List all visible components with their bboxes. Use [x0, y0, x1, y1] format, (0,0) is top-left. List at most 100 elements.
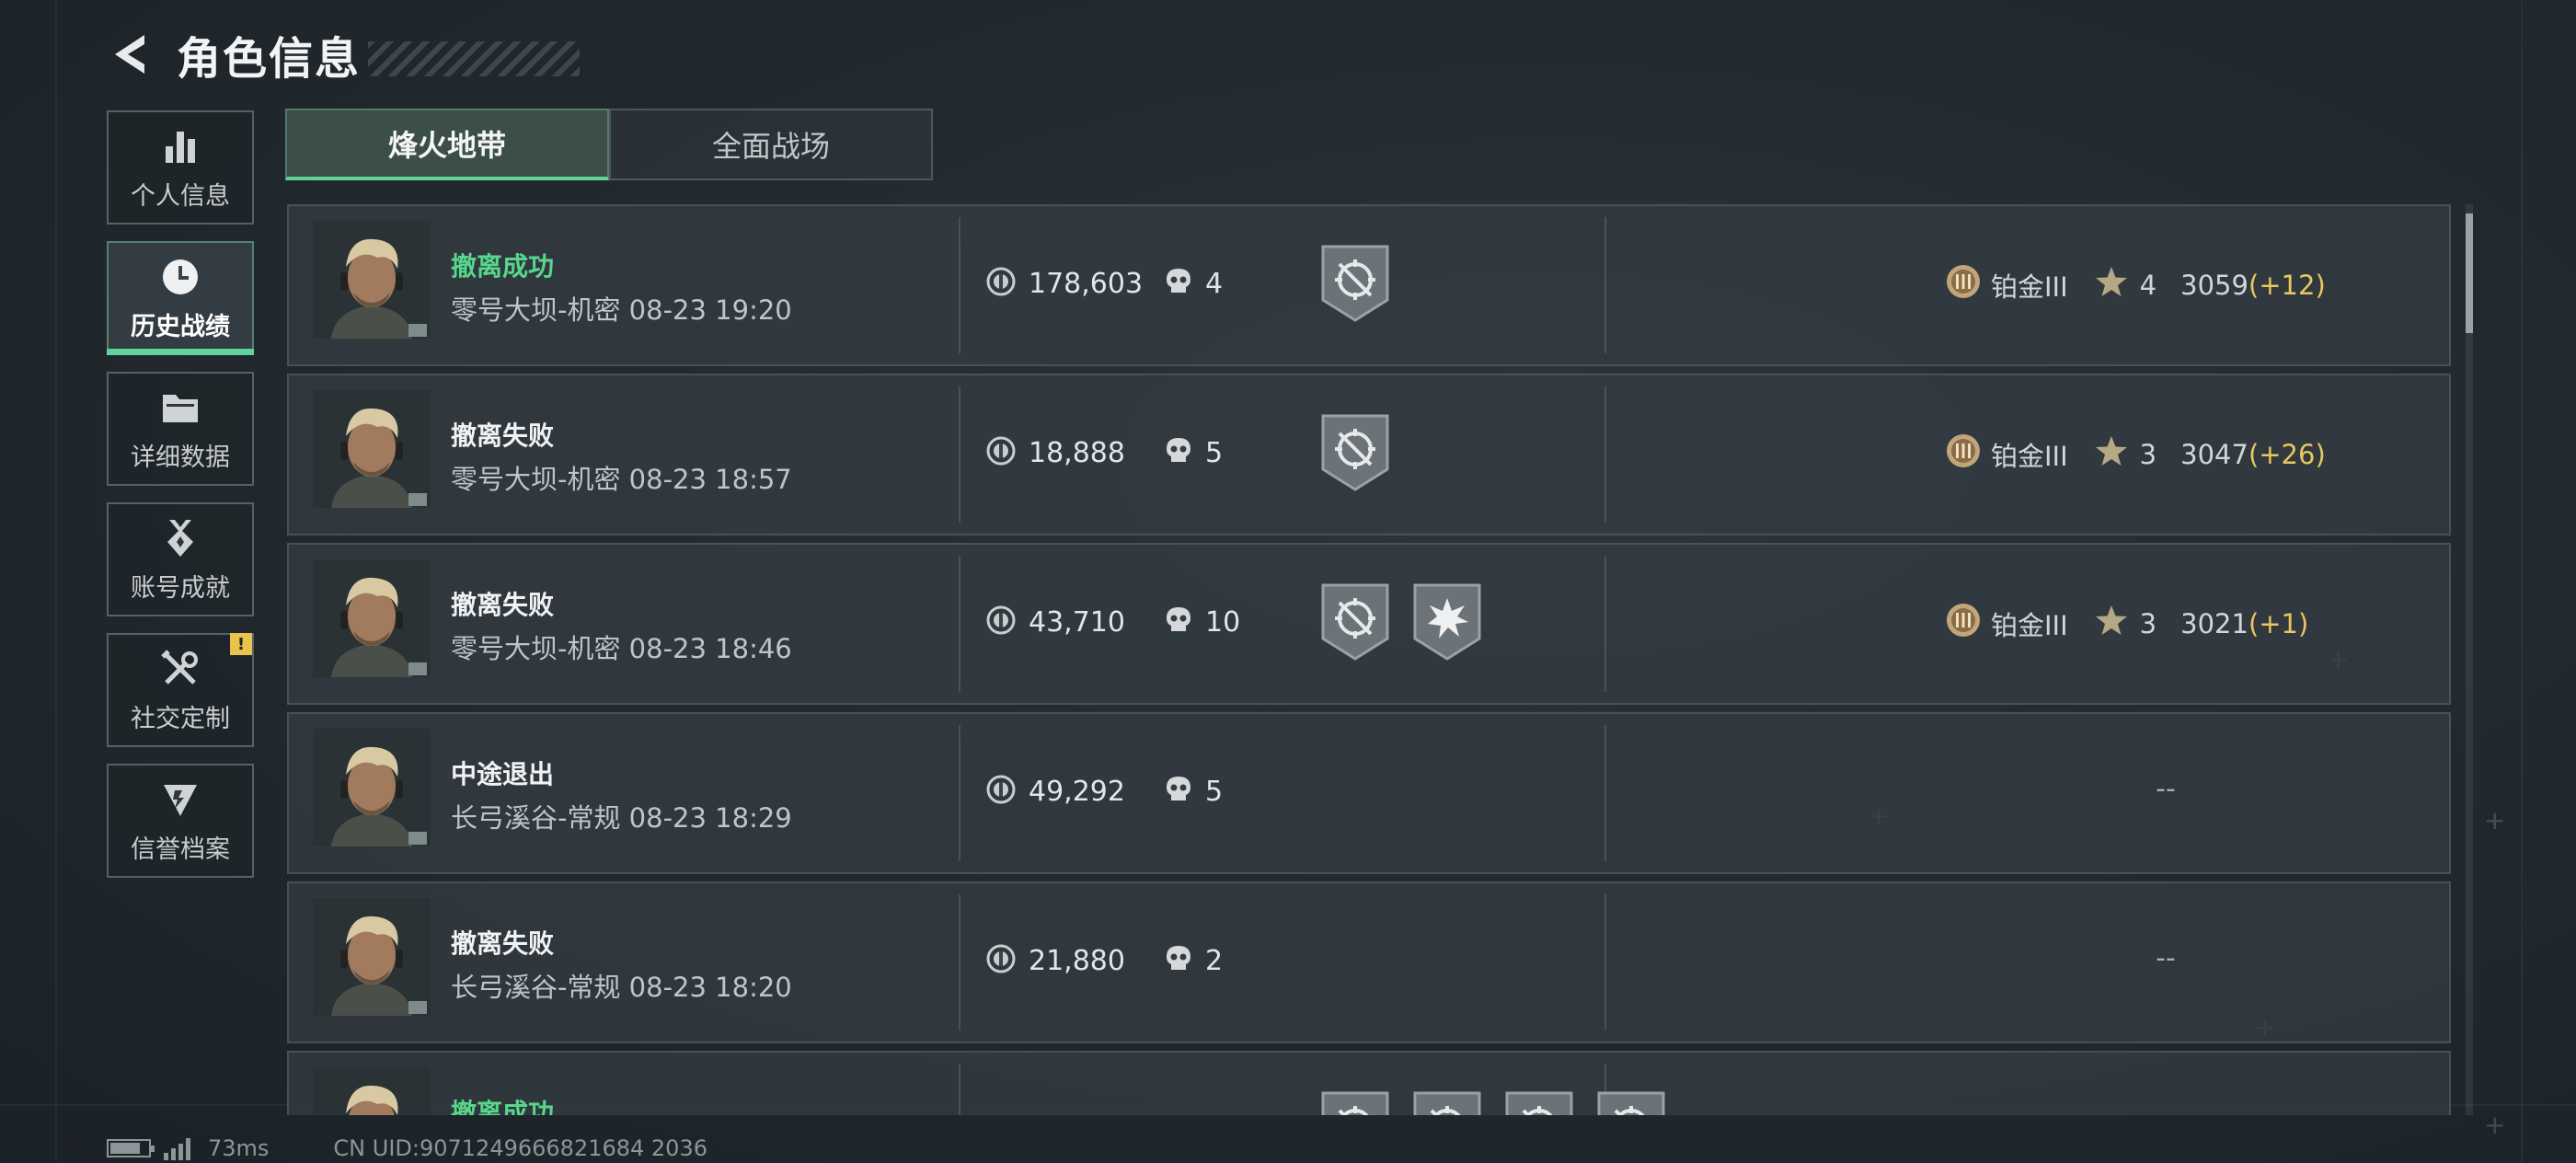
target-medal-icon[interactable] [1595, 1089, 1667, 1115]
sidebar-item-label: 个人信息 [131, 181, 230, 211]
match-status: 撤离成功 [451, 1098, 555, 1115]
target-medal-icon[interactable] [1319, 412, 1391, 493]
rank-name: 铂金III [1991, 271, 2068, 303]
kill-count: 5 [1165, 436, 1223, 469]
column-divider [959, 556, 960, 692]
match-row[interactable]: 中途退出 长弓溪谷-常规 08-23 18:29 49,292 5 -- [287, 712, 2451, 874]
match-status: 撤离成功 [451, 251, 555, 282]
coin-icon [986, 944, 1016, 977]
kill-count: 2 [1165, 944, 1223, 977]
column-divider [959, 386, 960, 523]
bar-chart-icon [158, 124, 202, 168]
column-divider [1604, 725, 1606, 861]
tab-hazard-zone[interactable]: 烽火地带 [285, 109, 609, 180]
back-arrow-icon[interactable] [101, 27, 156, 82]
sidebar-item-label: 信誉档案 [131, 835, 230, 864]
skull-icon [1165, 944, 1192, 977]
coin-icon [986, 267, 1016, 300]
sidebar: 个人信息 历史战绩 详细数据 账号成就 ! 社交定制 信誉档案 [107, 110, 254, 894]
scroll-thumb[interactable] [2466, 213, 2473, 333]
coin-value: 43,710 [986, 605, 1125, 639]
coin-amount: 43,710 [1029, 605, 1125, 639]
kill-number: 2 [1205, 944, 1224, 977]
match-row[interactable]: 撤离成功 零号大坝-机密 08-23 19:20 178,603 4 铂金III 4 305… [287, 204, 2451, 366]
map-and-time: 零号大坝-机密 08-23 18:57 [451, 464, 792, 495]
star-count: 4 [2139, 269, 2157, 301]
match-row[interactable]: 撤离失败 长弓溪谷-常规 08-23 18:20 21,880 2 -- [287, 881, 2451, 1043]
achievement-icon [158, 516, 202, 560]
coin-amount: 18,888 [1029, 436, 1125, 469]
sidebar-item-achievements[interactable]: 账号成就 [107, 502, 254, 616]
star-count: 3 [2139, 438, 2157, 470]
notification-badge: ! [230, 633, 252, 655]
rank-info: 铂金III 3 3047 (+26) [1945, 432, 2326, 476]
match-history-list: 撤离成功 零号大坝-机密 08-23 19:20 178,603 4 铂金III 4 305… [287, 204, 2451, 1115]
star-count: 3 [2139, 607, 2157, 639]
coin-value: 49,292 [986, 775, 1125, 808]
battery-icon [107, 1139, 155, 1157]
rank-badge-icon [1945, 263, 1982, 306]
star-icon [2094, 604, 2129, 643]
map-and-time: 零号大坝-机密 08-23 18:46 [451, 633, 792, 664]
medal-list [1319, 582, 1503, 662]
list-scrollbar[interactable] [2466, 204, 2473, 1115]
column-divider [1604, 386, 1606, 523]
coin-icon [986, 436, 1016, 469]
explosion-medal-icon[interactable] [1411, 582, 1483, 662]
column-divider [1604, 217, 1606, 353]
column-divider [1604, 556, 1606, 692]
coin-amount: 49,292 [1029, 775, 1125, 808]
tools-icon [158, 647, 202, 691]
coin-value: 18,888 [986, 436, 1125, 469]
rank-score: 3047 [2180, 438, 2248, 470]
uid-text: CN UID:9071249666821684 2036 [333, 1135, 707, 1161]
target-medal-icon[interactable] [1411, 1089, 1483, 1115]
map-and-time: 长弓溪谷-常规 08-23 18:29 [451, 802, 792, 834]
star-icon [2094, 265, 2129, 305]
tab-full-battlefield[interactable]: 全面战场 [609, 109, 933, 180]
target-medal-icon[interactable] [1503, 1089, 1575, 1115]
match-status: 撤离失败 [451, 590, 555, 620]
title-decoration [368, 41, 581, 76]
sidebar-item-label: 社交定制 [131, 704, 230, 733]
target-medal-icon[interactable] [1319, 1089, 1391, 1115]
map-and-time: 零号大坝-机密 08-23 19:20 [451, 294, 792, 326]
match-status: 中途退出 [451, 759, 555, 789]
coin-icon [986, 605, 1016, 639]
sidebar-item-social-custom[interactable]: ! 社交定制 [107, 633, 254, 747]
ping-value: 73ms [208, 1135, 270, 1161]
medal-list [1319, 243, 1411, 324]
target-medal-icon[interactable] [1319, 582, 1391, 662]
column-divider [959, 725, 960, 861]
sidebar-item-label: 历史战绩 [131, 312, 230, 341]
medal-list [1319, 1089, 1687, 1115]
sidebar-item-credit-record[interactable]: 信誉档案 [107, 764, 254, 878]
rank-score: 3021 [2180, 607, 2248, 639]
rank-score-delta: (+12) [2248, 269, 2326, 301]
operator-avatar [313, 729, 431, 846]
star-icon [2094, 434, 2129, 474]
match-row[interactable]: 撤离成功 [287, 1051, 2451, 1115]
operator-avatar [313, 559, 431, 677]
match-row[interactable]: 撤离失败 零号大坝-机密 08-23 18:57 18,888 5 铂金III 3 3047… [287, 374, 2451, 535]
sidebar-item-personal-info[interactable]: 个人信息 [107, 110, 254, 225]
operator-avatar [313, 390, 431, 508]
no-rank-placeholder: -- [2156, 942, 2176, 974]
skull-icon [1165, 605, 1192, 639]
column-divider [1604, 894, 1606, 1031]
target-medal-icon[interactable] [1319, 243, 1391, 324]
header: 角色信息 [101, 22, 581, 86]
match-row[interactable]: 撤离失败 零号大坝-机密 08-23 18:46 43,710 10 铂金III 3 302… [287, 543, 2451, 705]
sidebar-item-label: 详细数据 [131, 443, 230, 472]
sidebar-item-match-history[interactable]: 历史战绩 [107, 241, 254, 355]
kill-number: 10 [1205, 605, 1241, 639]
coin-amount: 21,880 [1029, 944, 1125, 977]
kill-count: 4 [1165, 267, 1223, 300]
sidebar-item-detailed-data[interactable]: 详细数据 [107, 372, 254, 486]
coin-icon [986, 775, 1016, 808]
rank-info: 铂金III 3 3021 (+1) [1945, 602, 2308, 645]
coin-value: 178,603 [986, 267, 1143, 300]
operator-avatar [313, 1067, 431, 1115]
rank-info: 铂金III 4 3059 (+12) [1945, 263, 2326, 306]
operator-avatar [313, 898, 431, 1016]
